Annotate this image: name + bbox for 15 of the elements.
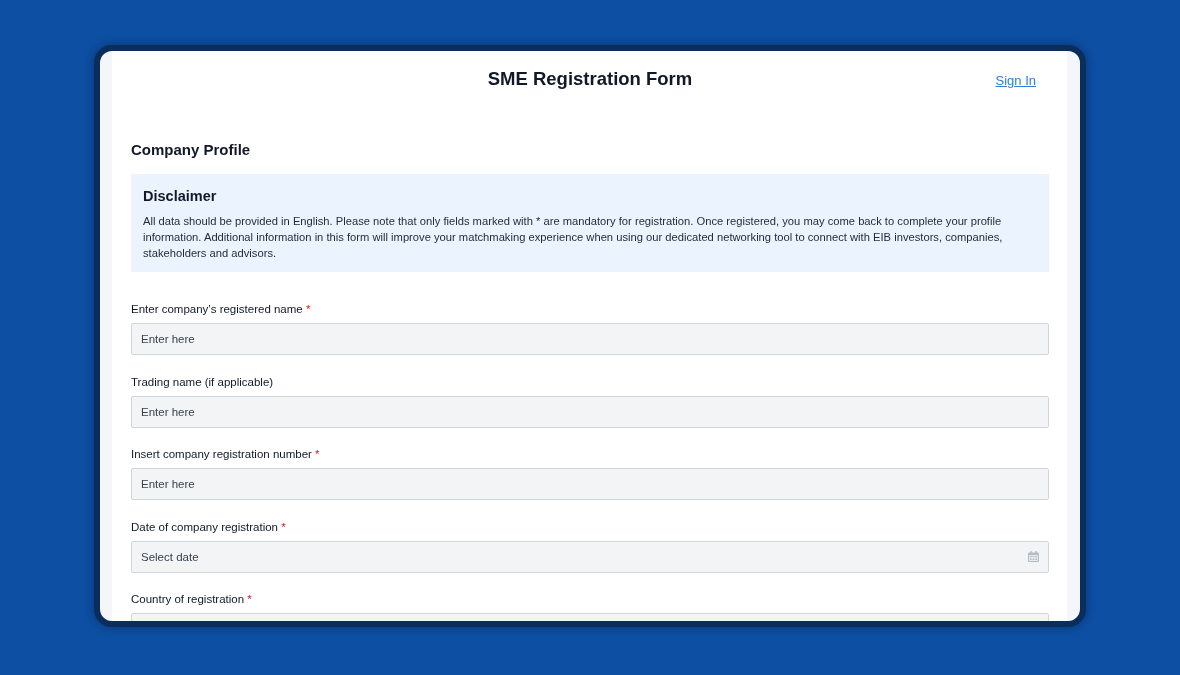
input-field[interactable]: Enter here — [131, 323, 1049, 355]
input-field[interactable]: Enter here — [131, 395, 1049, 428]
field-label: Date of company registration * — [131, 519, 287, 535]
input-field[interactable]: Enter here — [131, 468, 1049, 500]
disclaimer-text: All data should be provided in English. Please note that only fields marked with * are mandatory for registration. Once registered, you may come back to complete your profile information. Additional information in this form will improve your matchmaking experience when using our dedicated networking tool to connect with EIB investors, companies, stakeholders and advisors. — [143, 214, 1004, 261]
field-label: Enter company’s registered name * — [131, 302, 312, 317]
section-title: Company Profile — [131, 140, 252, 160]
field-label: Insert company registration number * — [131, 447, 321, 462]
date-field[interactable]: Select date — [131, 540, 1049, 573]
field-label: Trading name (if applicable) — [131, 374, 275, 390]
field-label: Country of registration * — [131, 592, 253, 607]
disclaimer-title: Disclaimer — [143, 187, 218, 206]
calendar-icon[interactable] — [1028, 551, 1039, 562]
sign-in-link[interactable]: Sign In — [995, 70, 1036, 91]
page-title: SME Registration Form — [487, 67, 693, 91]
